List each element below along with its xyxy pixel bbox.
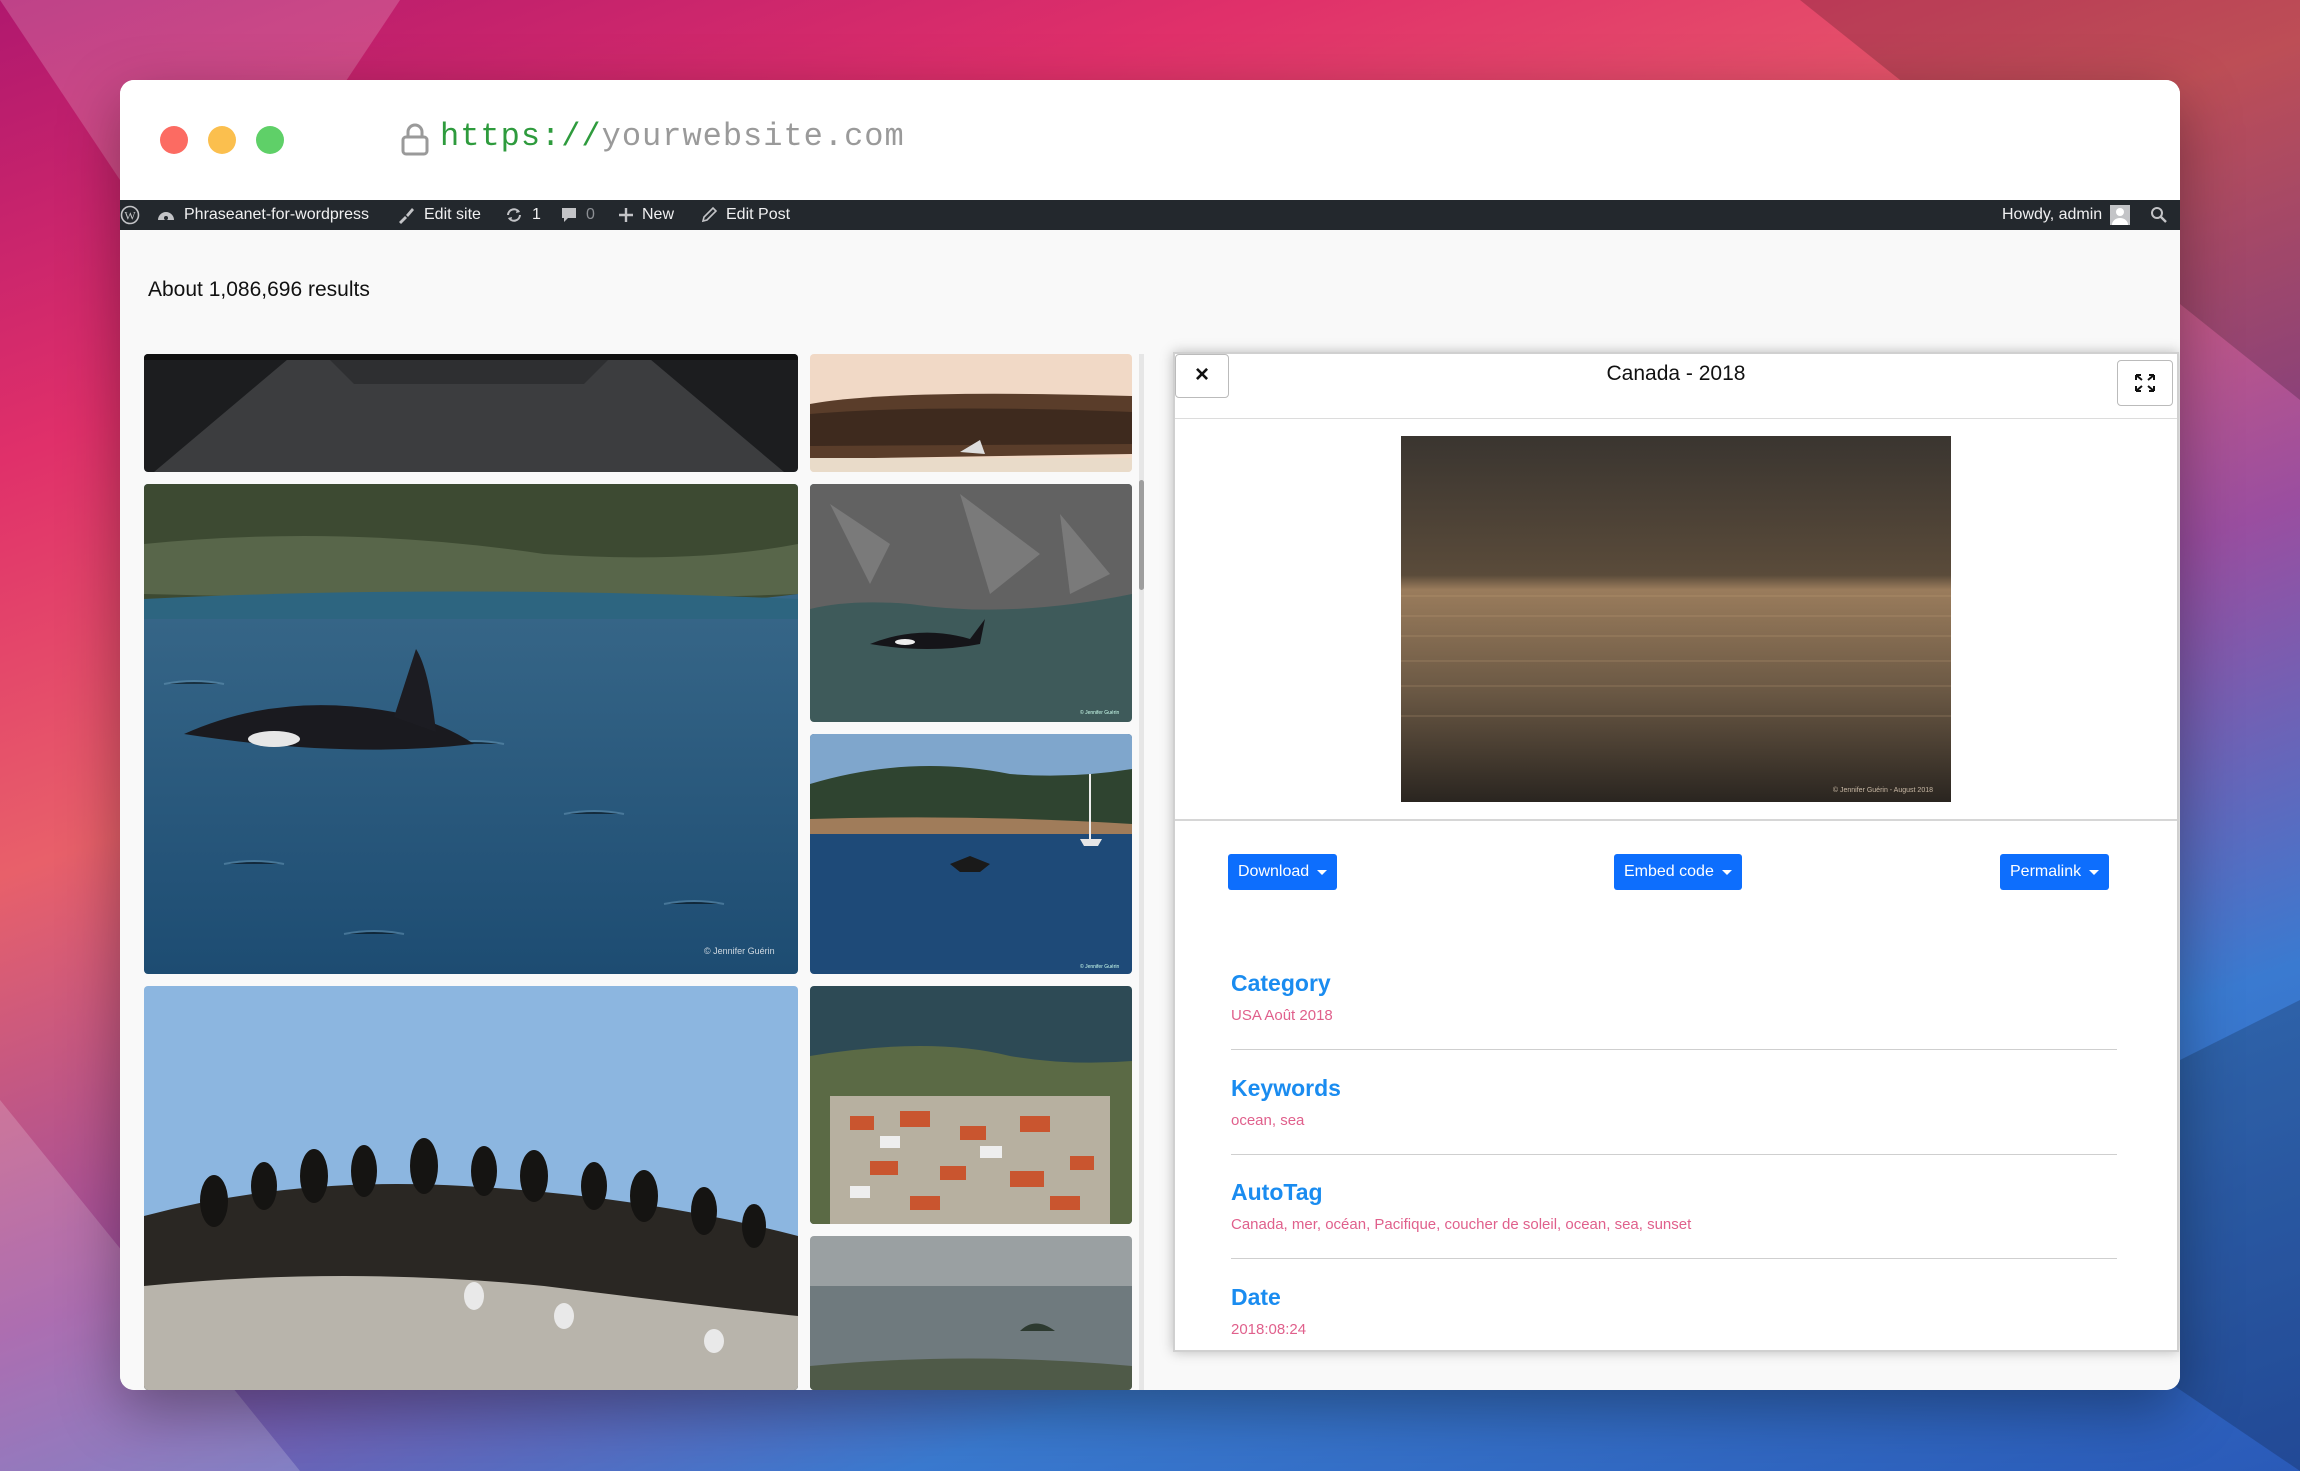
url-scheme: https:// (440, 118, 602, 155)
svg-text:© Jennifer Guérin: © Jennifer Guérin (1080, 709, 1119, 716)
orca-large-photo[interactable]: © Jennifer Guérin (144, 484, 798, 974)
image-gallery: © Jennifer Guérin © Jennifer Guérin © Je… (120, 354, 1140, 1390)
edit-post-link[interactable]: Edit Post (700, 200, 790, 230)
whale-tail-photo[interactable]: © Jennifer Guérin (810, 734, 1132, 974)
sunset-sea-photo (1401, 436, 1951, 802)
account-menu[interactable]: Howdy, admin (2002, 200, 2131, 230)
meta-date: Date 2018:08:24 (1231, 1284, 2117, 1338)
svg-text:© Jennifer Guérin: © Jennifer Guérin (704, 946, 775, 956)
caret-down-icon (1721, 869, 1732, 875)
fullscreen-button[interactable] (2117, 360, 2173, 406)
comments-count: 0 (586, 206, 595, 223)
cliff-beach-photo[interactable] (810, 354, 1132, 472)
site-name-menu[interactable]: Phraseanet-for-wordpress (156, 200, 369, 230)
permalink-dropdown[interactable]: Permalink (2000, 854, 2110, 890)
pencil-icon (701, 206, 718, 223)
search-icon (2151, 207, 2167, 223)
results-count: About 1,086,696 results (148, 278, 370, 301)
panel-title: Canada - 2018 (1606, 362, 1746, 385)
meta-label: Date (1231, 1284, 1281, 1310)
brush-icon (399, 208, 414, 224)
meta-label: AutoTag (1231, 1179, 1323, 1205)
image-detail-panel: × Canada - 2018 © Jennifer Guérin - Augu… (1173, 352, 2179, 1352)
search-button[interactable] (2150, 200, 2168, 230)
meta-value: USA Août 2018 (1231, 1007, 1333, 1024)
updates-count: 1 (532, 206, 541, 223)
gallery-scrollbar-thumb[interactable] (1139, 480, 1144, 590)
preview-divider (1175, 819, 2177, 821)
refresh-icon (507, 208, 521, 222)
svg-text:© Jennifer Guérin: © Jennifer Guérin (1080, 963, 1119, 970)
plus-icon (619, 208, 633, 222)
wp-admin-bar: W Phraseanet-for-wordpress Edit site 1 0… (120, 200, 2180, 230)
meta-keywords: Keywords ocean, sea (1231, 1075, 2117, 1129)
orca-cliff-photo[interactable]: © Jennifer Guérin (810, 484, 1132, 722)
meta-label: Keywords (1231, 1075, 1341, 1101)
caret-down-icon (2089, 869, 2100, 875)
wordpress-icon: W (120, 205, 140, 225)
meta-divider (1231, 1049, 2117, 1050)
dashboard-icon (158, 212, 174, 220)
meta-divider (1231, 1258, 2117, 1259)
page-content: About 1,086,696 results © Jennifer Guéri… (120, 230, 2180, 1390)
meta-value: Canada, mer, océan, Pacifique, coucher d… (1231, 1216, 1692, 1233)
embed-code-dropdown[interactable]: Embed code (1614, 854, 1742, 890)
edit-site-label: Edit site (424, 206, 481, 223)
lock-icon (401, 123, 429, 156)
download-dropdown[interactable]: Download (1228, 854, 1338, 890)
expand-icon (2135, 374, 2155, 392)
comment-icon (562, 208, 576, 222)
caret-down-icon (1317, 869, 1328, 875)
address-bar[interactable]: https://yourwebsite.com (440, 118, 905, 155)
new-content-menu[interactable]: New (618, 200, 674, 230)
comments-menu[interactable]: 0 (560, 200, 595, 230)
edit-post-label: Edit Post (726, 206, 791, 223)
edit-site-menu[interactable]: Edit site (396, 200, 481, 230)
maximize-window-button[interactable] (256, 126, 284, 154)
birds-rock-photo[interactable] (144, 986, 798, 1390)
svg-text:W: W (124, 209, 136, 223)
download-label: Download (1238, 863, 1310, 880)
coastal-town-photo[interactable] (810, 986, 1132, 1224)
meta-divider (1231, 1154, 2117, 1155)
updates-menu[interactable]: 1 (504, 200, 541, 230)
avatar (2110, 205, 2131, 225)
url-host: yourwebsite.com (601, 118, 905, 155)
meta-label: Category (1231, 970, 1331, 996)
road-photo[interactable] (144, 354, 798, 472)
site-name-label: Phraseanet-for-wordpress (184, 206, 369, 223)
meta-value: 2018:08:24 (1231, 1321, 1307, 1338)
close-window-button[interactable] (160, 126, 188, 154)
meta-category: Category USA Août 2018 (1231, 970, 2117, 1024)
minimize-window-button[interactable] (208, 126, 236, 154)
browser-titlebar: https://yourwebsite.com (120, 80, 2180, 200)
browser-window: https://yourwebsite.com W Phraseanet-for… (120, 80, 2180, 1390)
wordpress-logo-button[interactable]: W (120, 200, 140, 230)
preview-credit: © Jennifer Guérin - August 2018 (1832, 787, 1933, 794)
panel-header-divider (1175, 418, 2177, 419)
meta-autotag: AutoTag Canada, mer, océan, Pacifique, c… (1231, 1179, 2117, 1233)
sea-island-photo[interactable] (810, 1236, 1132, 1390)
preview-image[interactable]: © Jennifer Guérin - August 2018 (1401, 436, 1951, 802)
embed-code-label: Embed code (1624, 863, 1714, 880)
permalink-label: Permalink (2010, 863, 2082, 880)
howdy-label: Howdy, admin (2002, 206, 2103, 223)
meta-value: ocean, sea (1231, 1112, 1305, 1129)
new-label: New (642, 206, 675, 223)
